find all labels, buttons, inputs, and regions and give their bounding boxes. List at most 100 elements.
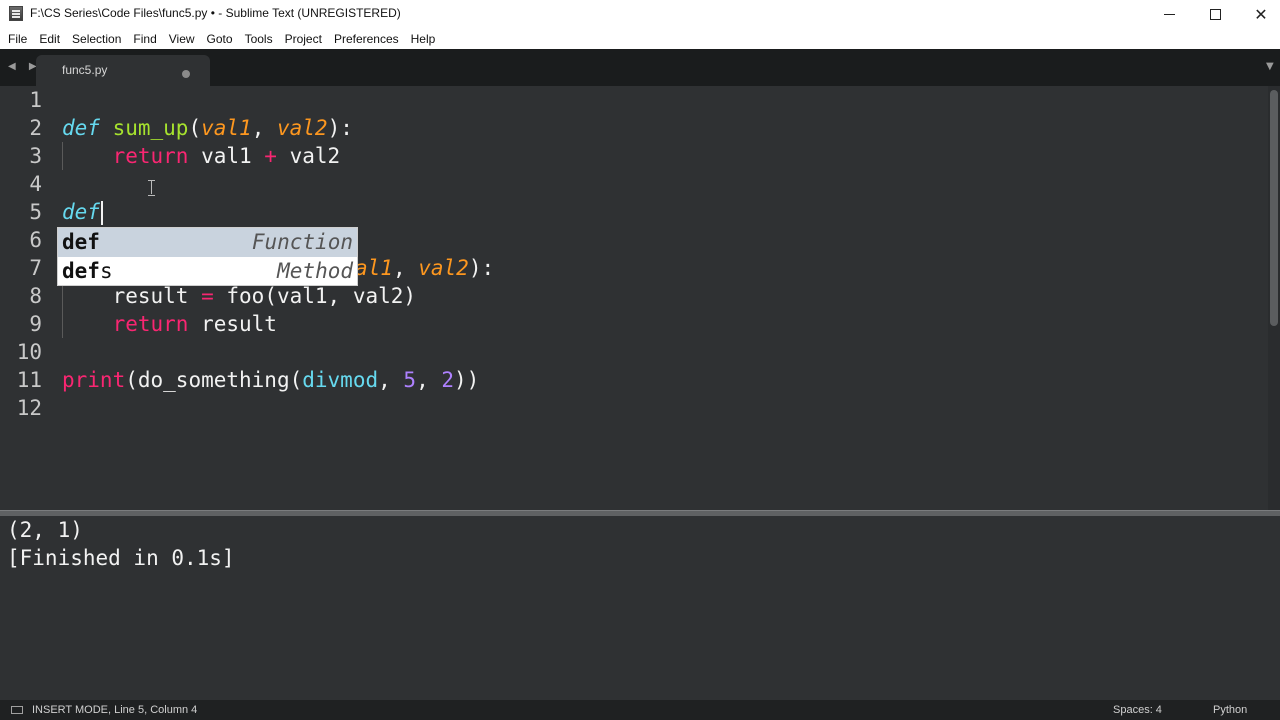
line-number: 7 [29, 256, 42, 280]
line-number: 8 [29, 284, 42, 308]
code-text: , [392, 256, 419, 280]
parameter: val2 [276, 116, 328, 140]
line-number: 3 [29, 144, 42, 168]
code-text: )) [454, 368, 480, 392]
code-line-2: def sum_up(val1, val2): [62, 114, 353, 142]
keyword: return [112, 312, 189, 336]
maximize-icon [1209, 8, 1221, 20]
code-text: , [378, 368, 404, 392]
completion-trigger: defs [62, 257, 113, 286]
operator: = [201, 284, 214, 308]
code-text: val1 [188, 144, 265, 168]
output-line: [Finished in 0.1s] [7, 546, 235, 570]
tab-func5[interactable]: func5.py [36, 55, 210, 86]
parameter: al1 [355, 256, 393, 280]
keyword: return [112, 144, 189, 168]
autocomplete-item-def[interactable]: def Function [58, 228, 357, 257]
keyword: def [62, 200, 100, 224]
mouse-ibeam-cursor-icon [148, 180, 155, 196]
operator: + [264, 144, 277, 168]
title-bar: F:\CS Series\Code Files\func5.py • - Sub… [0, 0, 1280, 28]
syntax-selector[interactable]: Python [1213, 704, 1247, 716]
line-number: 10 [16, 340, 42, 364]
menu-find[interactable]: Find [127, 32, 162, 46]
line-number: 6 [29, 228, 42, 252]
completion-match: def [62, 259, 100, 283]
minimize-icon [1163, 13, 1175, 15]
text-cursor [100, 201, 103, 225]
editor-scrollbar[interactable] [1268, 86, 1280, 510]
parameter: val2 [418, 256, 469, 280]
number-literal: 2 [441, 368, 455, 392]
maximize-button[interactable] [1192, 0, 1238, 28]
code-line-5: def [62, 198, 103, 226]
menu-tools[interactable]: Tools [239, 32, 279, 46]
scrollbar-thumb[interactable] [1270, 90, 1278, 326]
code-text: foo(val1, val2) [213, 284, 417, 308]
autocomplete-popup: def Function defs Method [57, 227, 358, 286]
builtin-name: divmod [302, 368, 379, 392]
completion-kind: Method [277, 259, 353, 283]
code-line-8: result = foo(val1, val2) [62, 282, 416, 310]
menu-file[interactable]: File [2, 32, 33, 46]
status-bar: INSERT MODE, Line 5, Column 4 Spaces: 4 … [0, 700, 1280, 720]
tab-list-dropdown-icon[interactable]: ▼ [1266, 61, 1274, 72]
close-button[interactable]: ✕ [1238, 0, 1280, 28]
code-text: ( [125, 368, 138, 392]
code-text: do_something( [137, 368, 303, 392]
code-text: result [112, 284, 202, 308]
code-text: , [416, 368, 442, 392]
menu-preferences[interactable]: Preferences [328, 32, 405, 46]
line-number: 5 [29, 200, 42, 224]
code-line-3: return val1 + val2 [62, 142, 341, 170]
number-literal: 5 [403, 368, 417, 392]
sublime-app-icon [9, 6, 23, 21]
keyword: def [62, 116, 100, 140]
line-number: 2 [29, 116, 42, 140]
completion-rest: s [99, 259, 113, 283]
status-mode: INSERT MODE, Line 5, Column 4 [32, 704, 198, 716]
build-output-panel[interactable]: (2, 1) [Finished in 0.1s] [0, 516, 1280, 696]
line-number: 1 [29, 88, 42, 112]
indentation-setting[interactable]: Spaces: 4 [1113, 704, 1162, 716]
tab-label: func5.py [62, 63, 108, 77]
tab-bar: ◀ ▶ func5.py ▼ [0, 49, 1280, 86]
line-number: 9 [29, 312, 42, 336]
unsaved-dot-icon[interactable] [182, 70, 190, 78]
code-line-11: print(do_something(divmod, 5, 2)) [62, 366, 479, 394]
code-text: ): [327, 116, 353, 140]
menu-goto[interactable]: Goto [201, 32, 239, 46]
code-line-9: return result [62, 310, 277, 338]
autocomplete-item-defs[interactable]: defs Method [58, 257, 357, 286]
panel-toggle-icon[interactable] [11, 706, 23, 714]
completion-match: def [62, 230, 100, 254]
menu-help[interactable]: Help [405, 32, 442, 46]
menu-view[interactable]: View [163, 32, 201, 46]
builtin-function: print [62, 368, 126, 392]
line-number: 11 [16, 368, 42, 392]
completion-kind: Function [251, 230, 353, 254]
close-icon: ✕ [1254, 4, 1268, 24]
completion-trigger: def [62, 228, 100, 257]
menu-selection[interactable]: Selection [66, 32, 127, 46]
window-title: F:\CS Series\Code Files\func5.py • - Sub… [30, 6, 401, 20]
menu-edit[interactable]: Edit [33, 32, 66, 46]
code-line-7: al1, val2): [355, 254, 494, 282]
code-text: result [188, 312, 277, 336]
output-line: (2, 1) [7, 518, 83, 542]
minimize-button[interactable] [1146, 0, 1192, 28]
code-text: val2 [276, 144, 341, 168]
code-text: ( [188, 116, 202, 140]
menu-bar: File Edit Selection Find View Goto Tools… [0, 28, 1280, 49]
menu-project[interactable]: Project [279, 32, 328, 46]
parameter: val1 [201, 116, 252, 140]
code-editor[interactable]: 1 2 3 4 5 6 7 8 9 10 11 12 def sum_up(va… [0, 86, 1268, 510]
code-text: ): [468, 256, 495, 280]
line-number: 4 [29, 172, 42, 196]
code-text: , [251, 116, 277, 140]
function-name: sum_up [112, 116, 189, 140]
